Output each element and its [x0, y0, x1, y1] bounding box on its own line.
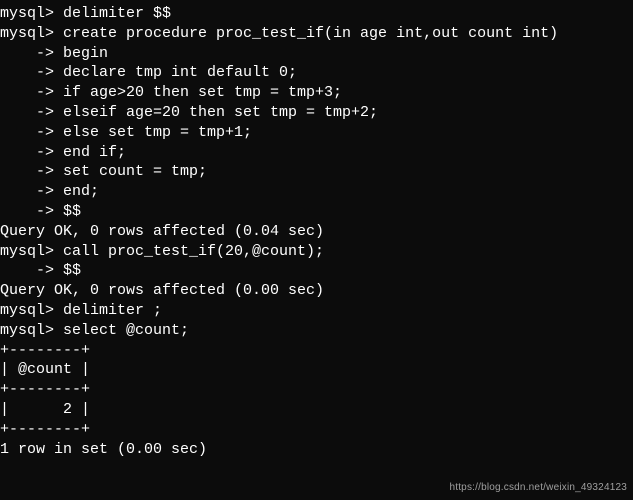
- source-watermark: https://blog.csdn.net/weixin_49324123: [449, 481, 627, 494]
- terminal-line: mysql> call proc_test_if(20,@count);: [0, 242, 633, 262]
- terminal-line: Query OK, 0 rows affected (0.04 sec): [0, 222, 633, 242]
- terminal-line: mysql> delimiter ;: [0, 301, 633, 321]
- mysql-terminal-output: mysql> delimiter $$mysql> create procedu…: [0, 0, 633, 459]
- terminal-line: | 2 |: [0, 400, 633, 420]
- terminal-line: -> end;: [0, 182, 633, 202]
- terminal-line: -> end if;: [0, 143, 633, 163]
- terminal-line: +--------+: [0, 341, 633, 361]
- terminal-line: -> elseif age=20 then set tmp = tmp+2;: [0, 103, 633, 123]
- terminal-line: -> begin: [0, 44, 633, 64]
- terminal-line: +--------+: [0, 420, 633, 440]
- terminal-line: Query OK, 0 rows affected (0.00 sec): [0, 281, 633, 301]
- terminal-line: | @count |: [0, 360, 633, 380]
- terminal-line: -> $$: [0, 261, 633, 281]
- terminal-line: -> declare tmp int default 0;: [0, 63, 633, 83]
- terminal-line: -> set count = tmp;: [0, 162, 633, 182]
- terminal-line: -> if age>20 then set tmp = tmp+3;: [0, 83, 633, 103]
- terminal-line: mysql> delimiter $$: [0, 4, 633, 24]
- terminal-line: -> $$: [0, 202, 633, 222]
- terminal-line: 1 row in set (0.00 sec): [0, 440, 633, 460]
- terminal-line: +--------+: [0, 380, 633, 400]
- terminal-line: mysql> select @count;: [0, 321, 633, 341]
- terminal-line: mysql> create procedure proc_test_if(in …: [0, 24, 633, 44]
- terminal-line: -> else set tmp = tmp+1;: [0, 123, 633, 143]
